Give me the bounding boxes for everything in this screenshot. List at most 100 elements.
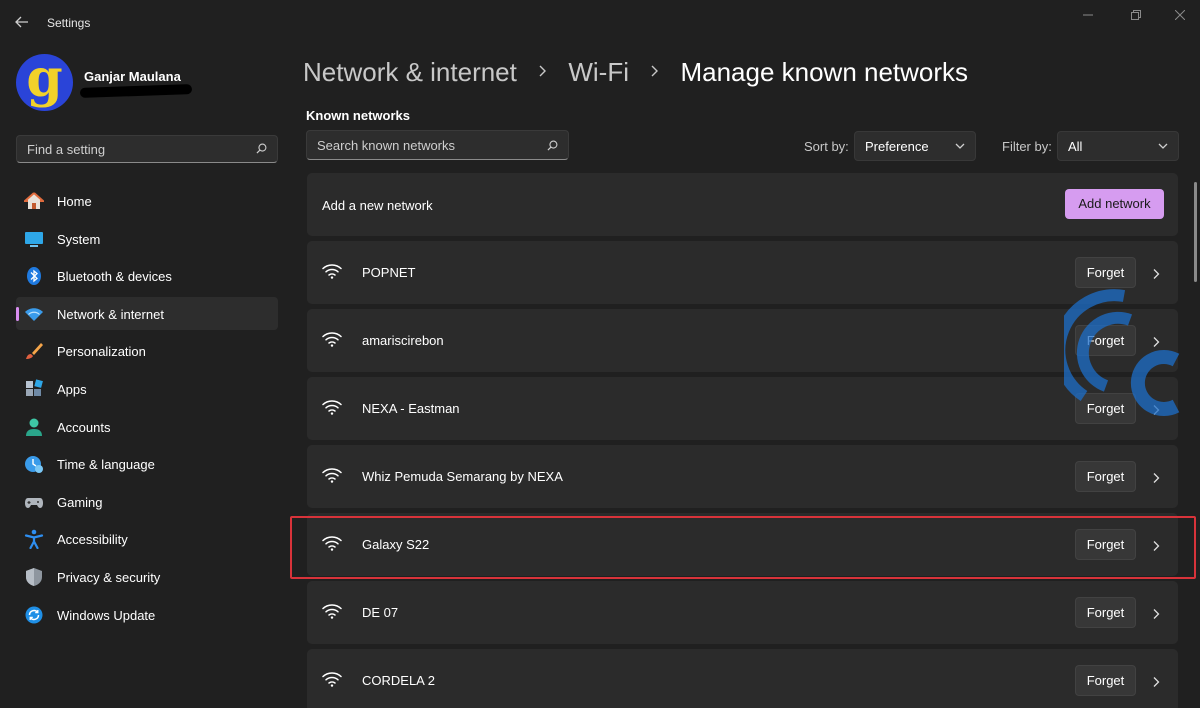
sidebar-item-gaming[interactable]: Gaming <box>16 485 278 518</box>
chevron-right-icon[interactable] <box>1152 608 1160 620</box>
sidebar-item-label: Personalization <box>57 344 146 360</box>
search-icon <box>547 140 558 151</box>
known-networks-search[interactable] <box>306 130 569 160</box>
forget-button[interactable]: Forget <box>1075 665 1136 696</box>
network-name: NEXA - Eastman <box>362 401 460 416</box>
breadcrumb-network-internet[interactable]: Network & internet <box>303 57 517 88</box>
sidebar-item-bluetooth[interactable]: Bluetooth & devices <box>16 259 278 292</box>
wifi-icon <box>322 332 342 347</box>
sort-value: Preference <box>865 139 929 154</box>
sidebar-item-privacy-security[interactable]: Privacy & security <box>16 560 278 593</box>
sidebar-item-label: Windows Update <box>57 607 156 623</box>
wifi-icon <box>322 672 342 687</box>
sidebar-item-label: Accounts <box>57 419 111 435</box>
network-name: Galaxy S22 <box>362 537 430 552</box>
time-language-icon <box>25 456 43 474</box>
network-row[interactable]: CORDELA 2 Forget <box>307 649 1178 708</box>
avatar-letter: g <box>26 54 63 109</box>
minimize-icon <box>1083 14 1093 16</box>
minimize-button[interactable] <box>1068 6 1108 26</box>
chevron-right-icon[interactable] <box>1152 676 1160 688</box>
network-name: DE 07 <box>362 605 399 620</box>
chevron-right-icon[interactable] <box>1152 268 1160 280</box>
system-icon <box>25 231 43 247</box>
filter-label: Filter by: <box>1002 139 1052 154</box>
back-arrow-icon <box>15 16 28 28</box>
network-row[interactable]: POPNET Forget <box>307 241 1178 304</box>
sidebar-nav: Home System Bluetooth & devices Network … <box>16 184 278 635</box>
sidebar-item-accounts[interactable]: Accounts <box>16 410 278 443</box>
chevron-right-icon[interactable] <box>1152 540 1160 552</box>
sidebar-item-label: Apps <box>57 381 87 397</box>
sidebar-item-system[interactable]: System <box>16 222 278 255</box>
redaction-mark <box>79 84 193 98</box>
sidebar-item-network[interactable]: Network & internet <box>16 296 278 330</box>
network-name: Whiz Pemuda Semarang by NEXA <box>362 469 563 484</box>
restore-icon <box>1131 10 1141 20</box>
watermark-logo <box>1064 289 1180 416</box>
sidebar-item-personalization[interactable]: Personalization <box>16 334 278 367</box>
avatar[interactable]: g <box>16 54 73 111</box>
apps-icon <box>26 379 43 396</box>
sidebar-item-time-language[interactable]: Time & language <box>16 447 278 480</box>
title-bar: Settings <box>0 0 1200 40</box>
known-networks-search-input[interactable] <box>317 131 527 159</box>
sidebar-item-label: System <box>57 231 101 247</box>
sidebar-item-label: Home <box>57 194 92 209</box>
forget-button[interactable]: Forget <box>1075 257 1136 288</box>
sidebar-item-home[interactable]: Home <box>16 184 278 217</box>
add-network-card: Add a new network Add network <box>307 173 1178 236</box>
filter-dropdown[interactable]: All <box>1057 131 1179 161</box>
find-setting-search[interactable] <box>16 135 278 163</box>
breadcrumb: Network & internet Wi-Fi Manage known ne… <box>303 55 968 87</box>
filter-value: All <box>1068 139 1083 154</box>
network-row[interactable]: Whiz Pemuda Semarang by NEXA Forget <box>307 445 1178 508</box>
wifi-icon <box>322 468 342 483</box>
breadcrumb-chevron-icon <box>538 62 547 83</box>
forget-button[interactable]: Forget <box>1075 597 1136 628</box>
network-row[interactable]: Galaxy S22 Forget <box>307 513 1178 576</box>
sidebar-item-label: Privacy & security <box>57 569 161 585</box>
sidebar-item-label: Gaming <box>57 494 103 510</box>
home-icon <box>24 192 44 209</box>
sidebar-item-label: Network & internet <box>57 306 164 322</box>
wifi-icon <box>322 400 342 415</box>
network-icon <box>25 308 43 321</box>
accounts-icon <box>26 418 42 436</box>
chevron-right-icon[interactable] <box>1152 472 1160 484</box>
sidebar-item-accessibility[interactable]: Accessibility <box>16 522 278 555</box>
sort-label: Sort by: <box>804 139 849 154</box>
chevron-down-icon <box>1158 143 1168 149</box>
close-button[interactable] <box>1160 6 1200 26</box>
sort-dropdown[interactable]: Preference <box>854 131 976 161</box>
forget-button[interactable]: Forget <box>1075 461 1136 492</box>
bluetooth-icon <box>27 267 41 286</box>
breadcrumb-chevron-icon <box>650 62 659 83</box>
wifi-icon <box>322 536 342 551</box>
network-row[interactable]: amariscirebon Forget <box>307 309 1178 372</box>
find-setting-input[interactable] <box>27 136 237 162</box>
accessibility-icon <box>24 530 44 550</box>
network-name: amariscirebon <box>362 333 444 348</box>
page-title: Manage known networks <box>680 56 969 87</box>
network-row[interactable]: NEXA - Eastman Forget <box>307 377 1178 440</box>
add-network-label: Add a new network <box>322 198 433 213</box>
update-icon <box>25 606 43 624</box>
back-button[interactable] <box>12 12 32 32</box>
search-icon <box>256 143 267 154</box>
brush-icon <box>26 343 43 360</box>
scrollbar[interactable] <box>1194 182 1197 282</box>
network-row[interactable]: DE 07 Forget <box>307 581 1178 644</box>
breadcrumb-wifi[interactable]: Wi-Fi <box>568 57 629 88</box>
sidebar-item-label: Time & language <box>57 457 155 473</box>
restore-button[interactable] <box>1116 6 1156 26</box>
forget-button[interactable]: Forget <box>1075 529 1136 560</box>
add-network-button[interactable]: Add network <box>1065 189 1164 219</box>
shield-icon <box>26 567 42 586</box>
gaming-icon <box>25 497 43 508</box>
wifi-icon <box>322 264 342 279</box>
close-icon <box>1174 9 1186 21</box>
sidebar-item-windows-update[interactable]: Windows Update <box>16 598 278 631</box>
sidebar-item-apps[interactable]: Apps <box>16 372 278 405</box>
app-title: Settings <box>47 16 91 30</box>
